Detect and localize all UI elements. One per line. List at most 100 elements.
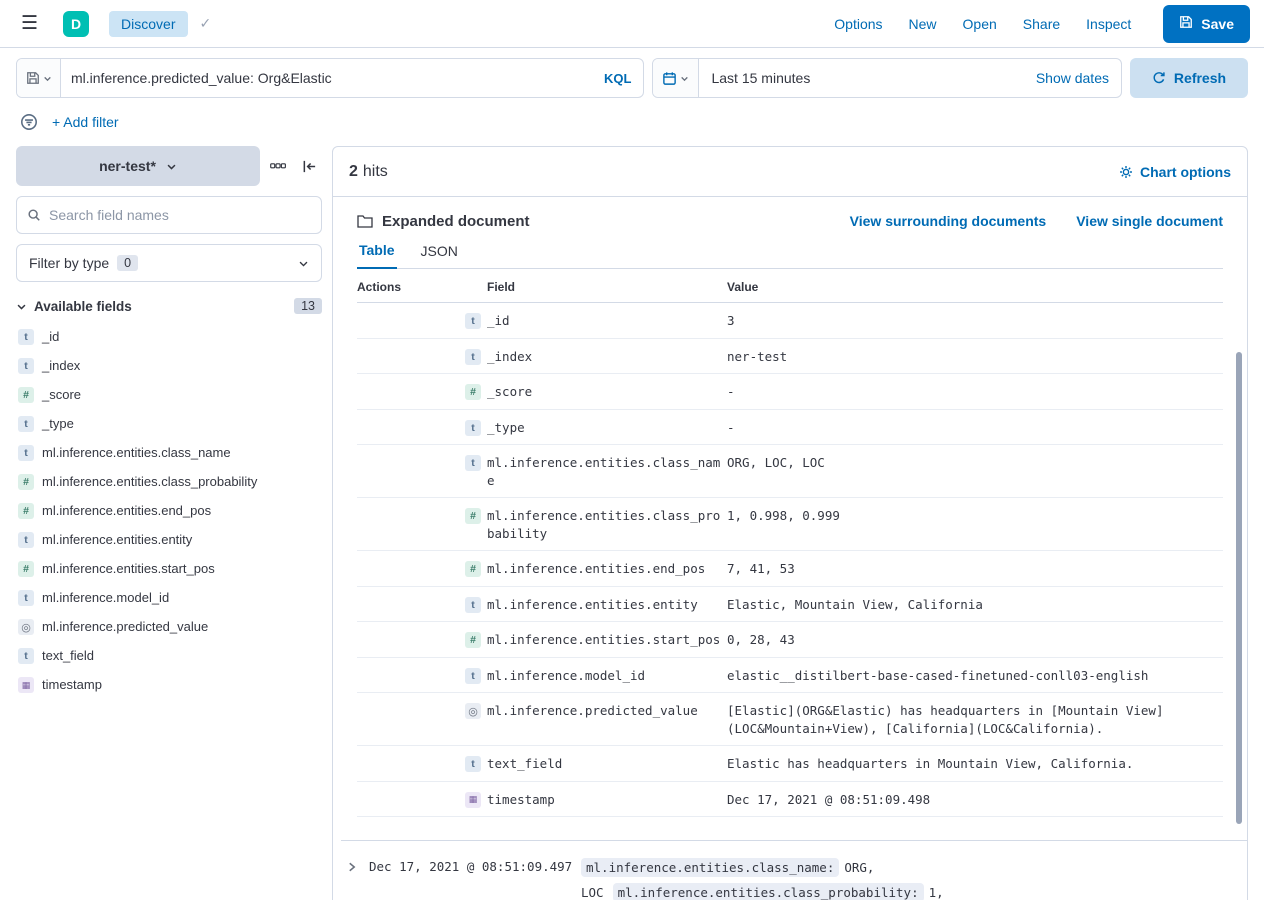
row-field: ml.inference.entities.start_pos [465,631,727,649]
query-bar: KQL Last 15 minutes Show dates Refresh [0,48,1264,98]
sidebar-field-item[interactable]: ml.inference.entities.end_pos [16,496,322,525]
add-filter-link[interactable]: + Add filter [52,114,119,130]
query-language-button[interactable]: KQL [592,71,643,86]
row-value: Elastic, Mountain View, California [727,596,1223,614]
available-fields-header[interactable]: Available fields 13 [16,298,322,314]
query-input-group: KQL [16,58,644,98]
sidebar-field-name: _score [42,387,81,402]
field-type-icon [18,474,34,490]
table-row: ml.inference.entities.class_nameORG, LOC… [357,445,1223,498]
row-value: 3 [727,312,1223,330]
save-button-label: Save [1201,16,1234,32]
filter-menu-button[interactable] [16,110,42,134]
top-nav: Options New Open Share Inspect Save [834,5,1250,43]
field-type-icon [18,358,34,374]
document-tabs: Table JSON [357,238,1223,269]
row-value: 1, 0.998, 0.999 [727,507,1223,525]
space-avatar[interactable]: D [63,11,89,37]
row-field-name: ml.inference.predicted_value [487,702,725,720]
sidebar-field-item[interactable]: _score [16,380,322,409]
sidebar-field-item[interactable]: _index [16,351,322,380]
row-field: text_field [465,755,727,773]
row-field: timestamp [465,791,727,809]
sidebar-field-item[interactable]: ml.inference.entities.class_name [16,438,322,467]
sidebar-field-item[interactable]: _type [16,409,322,438]
filter-icon [20,113,38,131]
calendar-menu-button[interactable] [653,59,699,97]
field-search-input[interactable] [49,207,311,223]
document-row: Dec 17, 2021 @ 08:51:09.497 ml.inference… [333,841,1247,900]
tab-json[interactable]: JSON [419,238,460,268]
tab-table[interactable]: Table [357,238,397,269]
field-list: _id _index _score _type ml.inference.ent… [16,322,322,699]
row-field: _type [465,419,727,437]
field-type-icon [18,532,34,548]
field-type-icon [18,590,34,606]
gear-icon [1119,165,1133,179]
search-icon [27,208,41,222]
field-type-icon [18,445,34,461]
row-field-name: _index [487,348,725,366]
table-row: ml.inference.entities.entityElastic, Mou… [357,587,1223,623]
filter-by-type-dropdown[interactable]: Filter by type 0 [16,244,322,282]
sidebar-field-name: _index [42,358,80,373]
sidebar-field-item[interactable]: timestamp [16,670,322,699]
sidebar-field-name: ml.inference.entities.start_pos [42,561,215,576]
query-input[interactable] [61,70,592,86]
table-row: _indexner-test [357,339,1223,375]
sidebar-field-name: ml.inference.entities.class_probability [42,474,257,489]
expanded-document-title: Expanded document [382,213,530,230]
expand-document-toggle[interactable] [341,855,363,879]
available-fields-label: Available fields [34,299,132,314]
scrollbar-thumb[interactable] [1236,352,1242,824]
row-field: _score [465,383,727,401]
field-settings-button[interactable] [265,154,291,178]
sidebar-field-item[interactable]: ml.inference.entities.entity [16,525,322,554]
field-type-icon [465,597,481,613]
table-row: timestampDec 17, 2021 @ 08:51:09.498 [357,782,1223,818]
index-pattern-picker[interactable]: ner-test* [16,146,260,186]
filter-bar: + Add filter [0,98,1264,142]
index-pattern-row: ner-test* [16,146,322,186]
nav-options[interactable]: Options [834,16,882,32]
field-type-icon [465,313,481,329]
sidebar-field-item[interactable]: ml.inference.entities.class_probability [16,467,322,496]
save-button[interactable]: Save [1163,5,1250,43]
sidebar-field-item[interactable]: ml.inference.entities.start_pos [16,554,322,583]
saved-query-menu-button[interactable] [17,59,61,97]
time-range-value[interactable]: Last 15 minutes [699,70,1023,86]
nav-share[interactable]: Share [1023,16,1060,32]
row-field: ml.inference.model_id [465,667,727,685]
view-surrounding-documents-link[interactable]: View surrounding documents [850,213,1047,229]
sidebar-field-item[interactable]: text_field [16,641,322,670]
document-table: _id3 _indexner-test _score - _type - ml.… [357,303,1223,817]
row-field: _id [465,312,727,330]
row-field: _index [465,348,727,366]
refresh-button[interactable]: Refresh [1130,58,1248,98]
sidebar-field-name: ml.inference.model_id [42,590,169,605]
save-icon [1179,15,1193,32]
row-value: ORG, LOC, LOC [727,454,1223,472]
nav-new[interactable]: New [909,16,937,32]
sidebar-field-item[interactable]: ml.inference.predicted_value [16,612,322,641]
sidebar-field-name: ml.inference.entities.entity [42,532,192,547]
collapse-sidebar-button[interactable] [296,154,322,178]
nav-open[interactable]: Open [963,16,997,32]
nav-inspect[interactable]: Inspect [1086,16,1131,32]
field-type-icon [465,420,481,436]
sidebar-field-item[interactable]: _id [16,322,322,351]
breadcrumb[interactable]: Discover [109,11,187,37]
field-type-icon [18,619,34,635]
row-field-name: text_field [487,755,725,773]
show-dates-link[interactable]: Show dates [1024,70,1121,86]
view-single-document-link[interactable]: View single document [1076,213,1223,229]
column-field: Field [465,280,727,294]
source-segment: ml.inference.entities.class_probability:… [581,885,944,900]
date-picker-group: Last 15 minutes Show dates [652,58,1122,98]
sidebar-field-name: _type [42,416,74,431]
chart-options-label: Chart options [1140,164,1231,180]
field-type-icon [18,677,34,693]
sidebar-field-item[interactable]: ml.inference.model_id [16,583,322,612]
menu-icon[interactable]: ☰ [14,10,45,37]
chart-options-link[interactable]: Chart options [1119,164,1231,180]
